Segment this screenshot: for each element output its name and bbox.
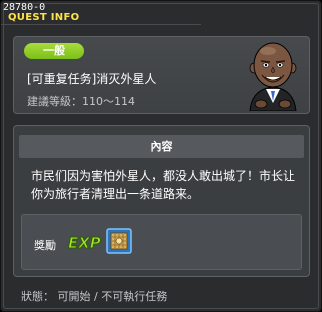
recommended-level: 建議等級：110～114 (27, 95, 135, 108)
quest-description: 市民们因为害怕外星人，都没人敢出城了！市长让你为旅行者清理出一条道路来。 (31, 169, 296, 201)
npc-portrait (249, 42, 297, 111)
quest-status: 狀態： 可開始 / 不可執行任務 (21, 290, 168, 303)
reward-label: 獎勵 (34, 239, 56, 252)
content-header: 內容 (19, 135, 304, 158)
reward-box: 獎勵 EXP (21, 214, 302, 270)
category-badge: 一般 (24, 43, 84, 59)
title-divider (1, 24, 201, 25)
window-title[interactable]: QUEST INFO (8, 12, 79, 23)
quest-header-panel: 一般 [可重复任务]消灭外星人 建議等級：110～114 (13, 36, 310, 114)
svg-text:EXP: EXP (68, 234, 101, 251)
quest-info-window: 28780-0 QUEST INFO 一般 [可重复任务]消灭外星人 建議等級：… (0, 0, 322, 312)
reward-scroll-icon[interactable] (106, 228, 132, 254)
quest-name: [可重复任务]消灭外星人 (27, 72, 157, 86)
content-panel: 內容 市民们因为害怕外星人，都没人敢出城了！市长让你为旅行者清理出一条道路来。 … (13, 125, 310, 277)
exp-icon: EXP (68, 234, 102, 252)
